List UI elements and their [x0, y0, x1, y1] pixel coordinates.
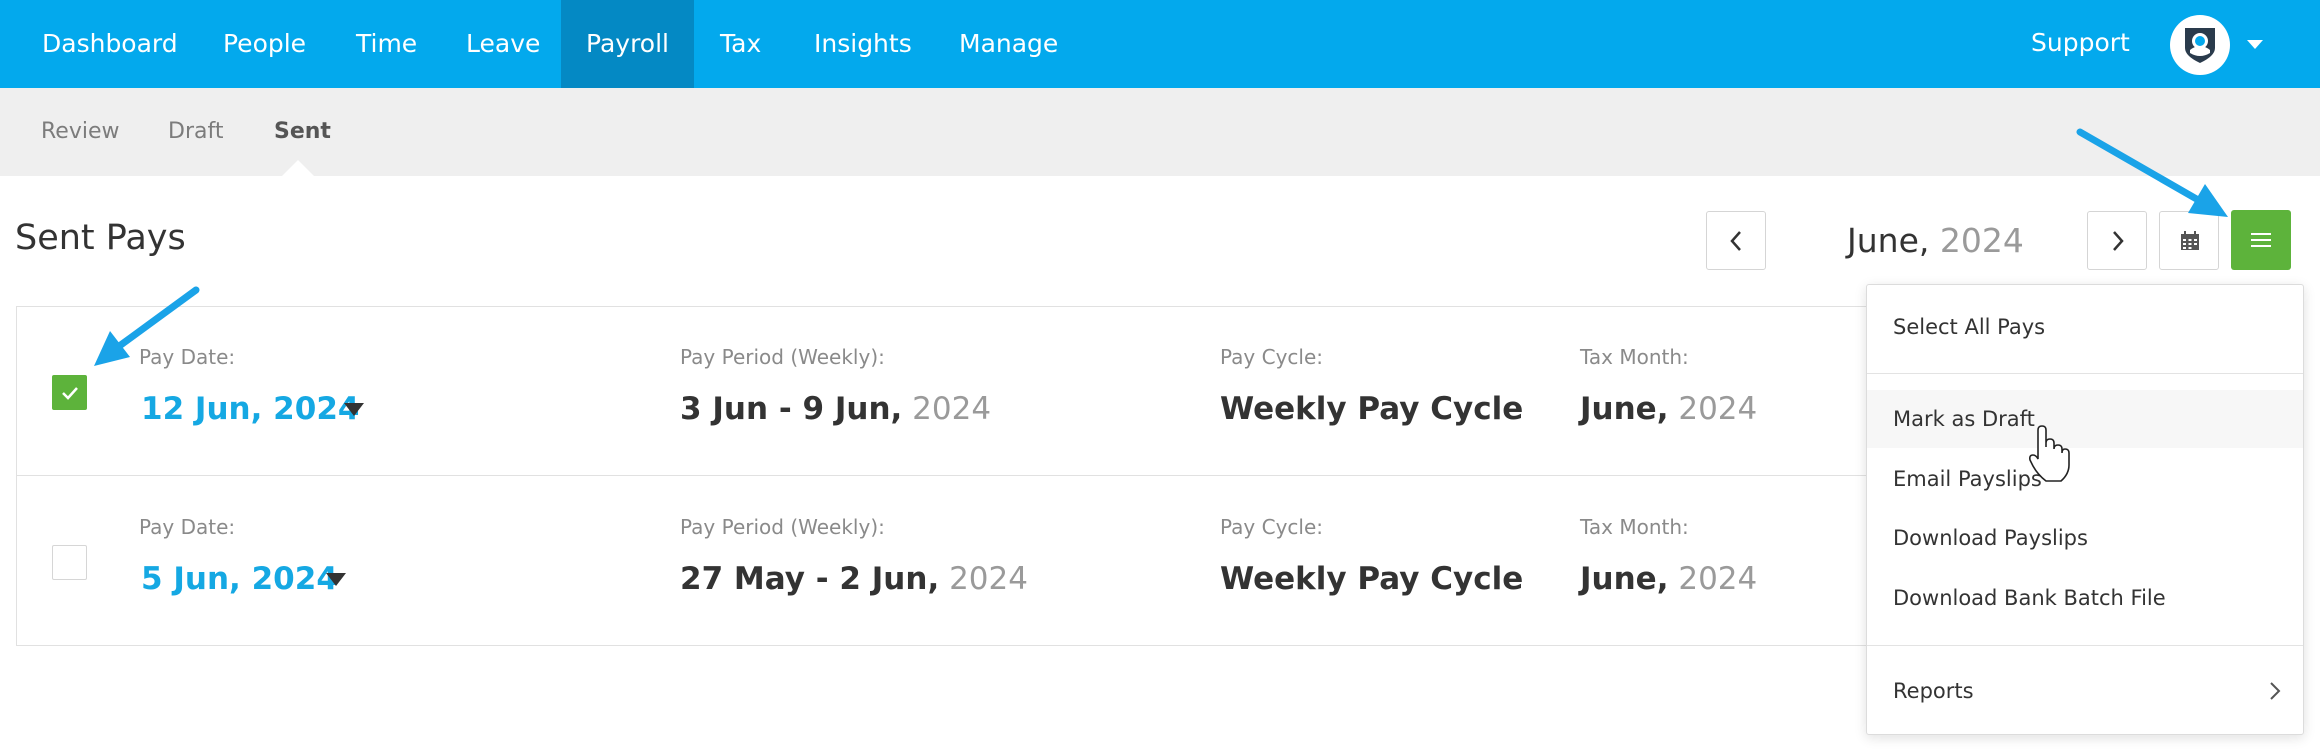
tab-draft[interactable]: Draft [168, 88, 223, 176]
nav-leave[interactable]: Leave [440, 0, 566, 88]
actions-menu-button[interactable] [2231, 210, 2291, 270]
chevron-left-icon [1730, 231, 1741, 251]
menu-item-select-all-pays[interactable]: Select All Pays [1867, 298, 2303, 356]
calendar-icon [2181, 231, 2199, 250]
previous-month-button[interactable] [1706, 211, 1766, 270]
pay-period-label: Pay Period (Weekly): [680, 515, 885, 539]
top-navigation: Dashboard People Time Leave Payroll Tax … [0, 0, 2320, 88]
pay-cycle-label: Pay Cycle: [1220, 345, 1324, 369]
hamburger-icon [2251, 233, 2271, 247]
calendar-button[interactable] [2159, 211, 2219, 270]
user-shield-icon [2185, 28, 2215, 63]
nav-people[interactable]: People [197, 0, 332, 88]
pay-date-dropdown-icon[interactable] [344, 403, 364, 416]
menu-item-reports[interactable]: Reports [1867, 662, 2303, 720]
nav-tax[interactable]: Tax [694, 0, 787, 88]
pay-select-checkbox[interactable] [52, 545, 87, 580]
account-menu-caret-icon[interactable] [2247, 40, 2263, 49]
chevron-right-icon [2270, 682, 2281, 700]
support-link[interactable]: Support [2031, 0, 2130, 88]
tax-month-label: Tax Month: [1580, 345, 1689, 369]
actions-dropdown-menu: Select All Pays Mark as Draft Email Pays… [1866, 284, 2304, 735]
avatar[interactable] [2170, 15, 2230, 75]
pay-period-label: Pay Period (Weekly): [680, 345, 885, 369]
pay-cycle-label: Pay Cycle: [1220, 515, 1324, 539]
pay-cycle-value: Weekly Pay Cycle [1220, 391, 1524, 427]
menu-divider [1867, 645, 2303, 646]
active-tab-indicator [282, 160, 314, 176]
menu-item-download-payslips[interactable]: Download Payslips [1867, 509, 2303, 567]
pay-date-label: Pay Date: [139, 515, 236, 539]
sub-navigation: Review Draft Sent [0, 88, 2320, 176]
nav-dashboard[interactable]: Dashboard [16, 0, 204, 88]
pay-row[interactable]: Pay Date: 5 Jun, 2024 Pay Period (Weekly… [17, 477, 1917, 646]
nav-manage[interactable]: Manage [933, 0, 1084, 88]
page-title: Sent Pays [15, 218, 186, 258]
pay-period-value: 27 May - 2 Jun, 2024 [680, 561, 1028, 597]
pay-date-label: Pay Date: [139, 345, 236, 369]
menu-item-download-bank-batch-file[interactable]: Download Bank Batch File [1867, 569, 2303, 627]
menu-item-mark-as-draft[interactable]: Mark as Draft [1867, 390, 2303, 448]
check-icon [62, 387, 78, 400]
pay-date-dropdown-icon[interactable] [326, 573, 346, 586]
tab-review[interactable]: Review [41, 88, 120, 176]
pay-period-value: 3 Jun - 9 Jun, 2024 [680, 391, 992, 427]
tax-month-label: Tax Month: [1580, 515, 1689, 539]
pay-cycle-value: Weekly Pay Cycle [1220, 561, 1524, 597]
current-month-label: June, 2024 [1847, 221, 2024, 260]
pay-date-link[interactable]: 12 Jun, 2024 [141, 391, 359, 427]
pay-date-link[interactable]: 5 Jun, 2024 [141, 561, 338, 597]
tax-month-value: June, 2024 [1580, 561, 1758, 597]
menu-divider [1867, 373, 2303, 374]
pay-row[interactable]: Pay Date: 12 Jun, 2024 Pay Period (Weekl… [17, 307, 1917, 476]
tax-month-value: June, 2024 [1580, 391, 1758, 427]
chevron-right-icon [2113, 231, 2124, 251]
nav-time[interactable]: Time [330, 0, 443, 88]
nav-insights[interactable]: Insights [788, 0, 938, 88]
sent-pays-list: Pay Date: 12 Jun, 2024 Pay Period (Weekl… [16, 306, 1917, 646]
menu-item-email-payslips[interactable]: Email Payslips [1867, 450, 2303, 508]
next-month-button[interactable] [2087, 211, 2147, 270]
pay-select-checkbox[interactable] [52, 375, 87, 410]
nav-payroll[interactable]: Payroll [561, 0, 694, 88]
